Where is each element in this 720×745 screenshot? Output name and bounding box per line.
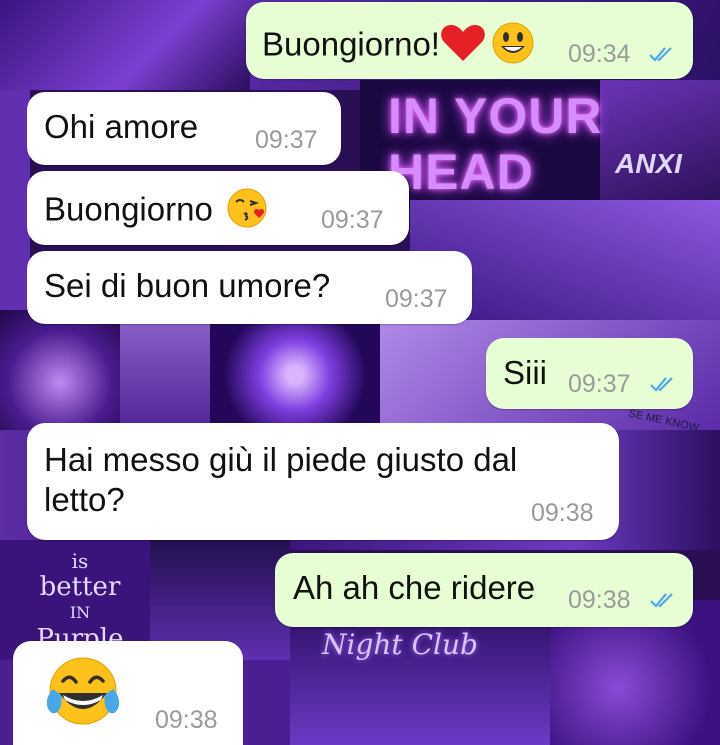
wallpaper-tile [0, 90, 30, 320]
smiley-emoji-icon [492, 22, 534, 72]
message-text: Buongiorno [44, 187, 268, 237]
message-timestamp: 09:37 [321, 206, 384, 234]
message-text: Ohi amore [44, 108, 199, 145]
better-line: better [39, 572, 121, 602]
read-receipt-icon [650, 377, 673, 392]
message-bubble-outgoing[interactable]: Ah ah che ridere 09:38 [275, 553, 693, 627]
message-timestamp: 09:38 [155, 706, 218, 734]
tears-of-joy-emoji-icon [43, 655, 123, 736]
wallpaper-tile [0, 0, 250, 90]
better-line: IN [69, 603, 91, 622]
message-bubble-incoming[interactable]: Ohi amore 09:37 [27, 92, 341, 165]
wallpaper-nightclub-text: Night Club [322, 628, 478, 661]
message-timestamp: 09:38 [568, 586, 631, 614]
message-bubble-incoming[interactable]: Buongiorno 09:37 [27, 171, 409, 245]
kissing-heart-emoji-icon [226, 187, 268, 237]
message-text-content: Buongiorno! [262, 25, 440, 63]
neon-line: HEAD [388, 144, 534, 200]
message-text-line: letto? [44, 481, 125, 518]
message-text-line: Hai messo giù il piede giusto dal [44, 441, 518, 478]
read-receipt-icon [650, 593, 673, 608]
neon-line: IN YOUR [388, 88, 603, 144]
message-bubble-incoming[interactable]: Hai messo giù il piede giusto dal letto?… [27, 423, 619, 540]
message-timestamp: 09:37 [385, 285, 448, 313]
message-text: Sei di buon umore? [44, 267, 331, 304]
message-text-content: Buongiorno [44, 190, 213, 228]
message-bubble-outgoing[interactable]: Siii 09:37 [486, 338, 693, 409]
message-timestamp: 09:38 [531, 499, 594, 527]
wallpaper-tile [0, 310, 120, 430]
wallpaper-tile [210, 320, 380, 430]
wallpaper-anx-text: ANXI [615, 148, 682, 179]
wallpaper-neon-text: IN YOUR HEAD [388, 88, 618, 200]
better-line: is [71, 549, 89, 573]
message-text: Buongiorno! [262, 22, 534, 72]
wallpaper-tile [600, 80, 720, 210]
message-text: Siii [503, 354, 548, 391]
message-text: Ah ah che ridere [293, 569, 536, 606]
message-timestamp: 09:37 [568, 370, 631, 398]
message-bubble-incoming[interactable]: 09:38 [13, 641, 243, 745]
message-bubble-incoming[interactable]: Sei di buon umore? 09:37 [27, 251, 472, 324]
red-heart-emoji-icon [440, 23, 486, 71]
message-timestamp: 09:37 [255, 126, 318, 154]
wallpaper-better-text: is better IN Purple [20, 548, 140, 652]
message-timestamp: 09:34 [568, 40, 631, 68]
read-receipt-icon [649, 47, 672, 62]
wallpaper-tile [120, 320, 210, 430]
message-bubble-outgoing[interactable]: Buongiorno! 09:34 [246, 2, 693, 79]
